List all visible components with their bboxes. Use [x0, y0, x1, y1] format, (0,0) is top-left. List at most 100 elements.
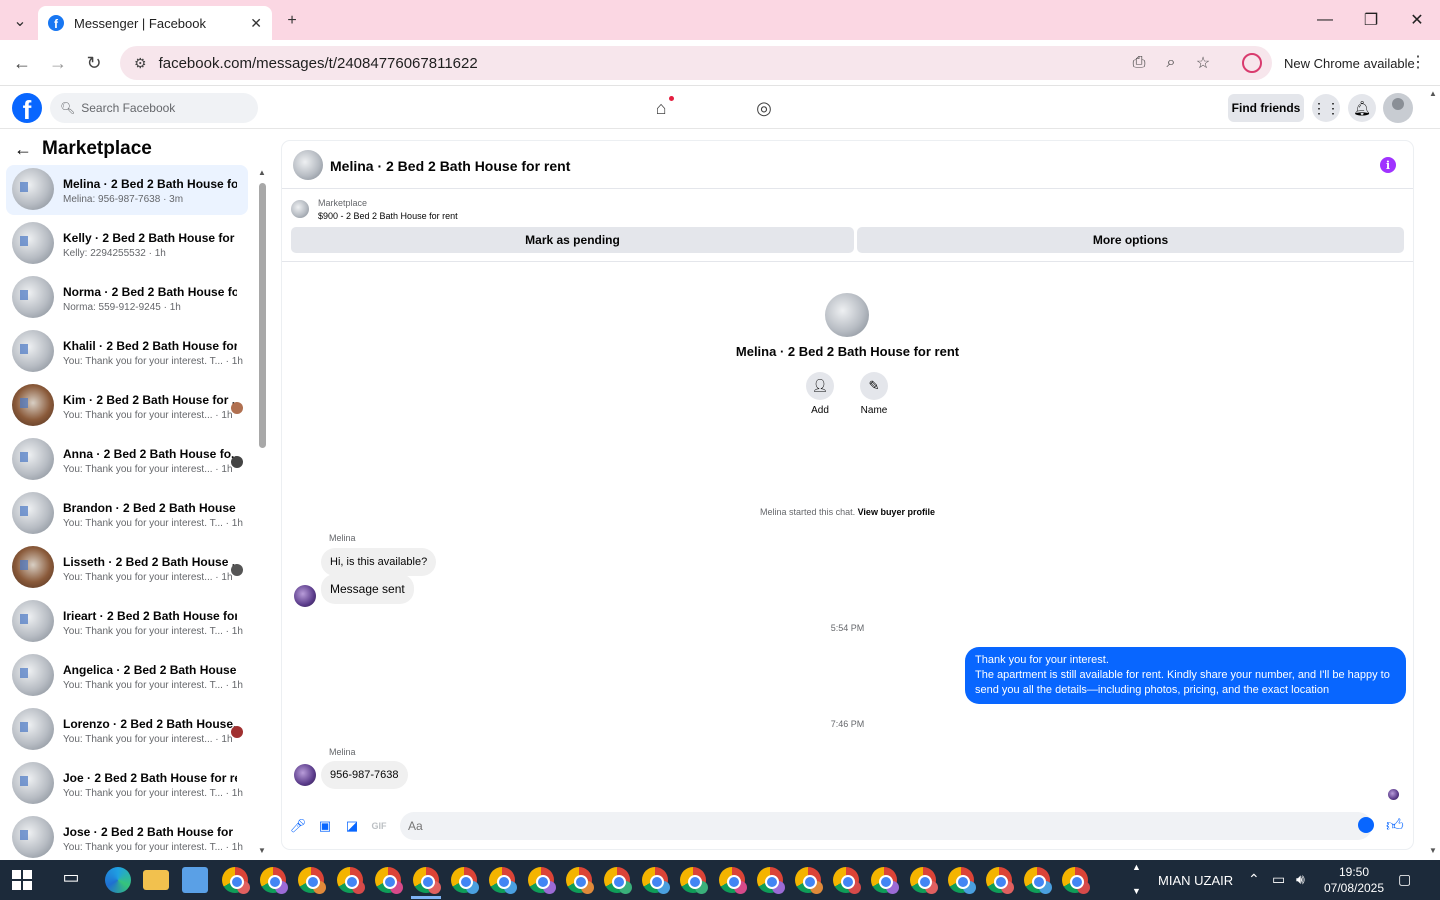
gif-icon[interactable]: GIF [370, 817, 388, 835]
find-friends-button[interactable]: Find friends [1228, 94, 1304, 122]
account-avatar[interactable] [1383, 93, 1413, 123]
conversation-item[interactable]: Joe · 2 Bed 2 Bath House for rent You: Th… [6, 759, 248, 809]
chrome-window-icon[interactable] [756, 867, 785, 894]
taskbar-scroll-up-icon[interactable]: ▲ [1132, 862, 1141, 872]
chrome-window-icon[interactable] [489, 867, 518, 894]
conversation-item[interactable]: Jose · 2 Bed 2 Bath House for r... You: T… [6, 813, 248, 860]
photo-icon[interactable]: ▣ [316, 817, 334, 835]
chrome-menu-icon[interactable]: ⋮ [1410, 52, 1426, 72]
page-scroll-down-icon[interactable]: ▼ [1429, 846, 1437, 855]
chrome-window-icon[interactable] [222, 867, 250, 894]
conversation-item[interactable]: Lisseth · 2 Bed 2 Bath House ... You: Tha… [6, 543, 248, 593]
name-chat-button[interactable]: ✎ Name [854, 372, 894, 416]
notification-center-icon[interactable]: ▢ [1398, 871, 1411, 888]
menu-grid-icon[interactable]: ⋮⋮ [1312, 94, 1340, 122]
install-app-icon[interactable]: ⎙ [1128, 52, 1150, 74]
conversation-item[interactable]: Lorenzo · 2 Bed 2 Bath House... You: Than… [6, 705, 248, 755]
chrome-window-icon[interactable] [374, 867, 403, 894]
reload-icon[interactable]: ↻ [82, 51, 106, 75]
chrome-window-icon[interactable] [604, 867, 632, 894]
microphone-icon[interactable]: 🎤︎ [289, 817, 307, 835]
chrome-window-icon[interactable] [336, 867, 365, 894]
bookmark-star-icon[interactable]: ☆ [1192, 52, 1214, 74]
conversation-item[interactable]: Anna · 2 Bed 2 Bath House fo... You: Than… [6, 435, 248, 485]
task-view-icon[interactable]: ▭ [58, 867, 84, 893]
chat-title[interactable]: Melina · 2 Bed 2 Bath House for rent [330, 158, 570, 174]
chrome-window-icon[interactable] [871, 867, 900, 894]
chat-avatar[interactable] [293, 150, 323, 180]
conversation-item[interactable]: Irieart · 2 Bed 2 Bath House for ... You:… [6, 597, 248, 647]
mark-as-pending-button[interactable]: Mark as pending [291, 227, 854, 253]
emoji-icon[interactable] [1358, 817, 1374, 833]
back-arrow-icon[interactable]: ← [14, 139, 32, 160]
close-window-icon[interactable]: ✕ [1402, 8, 1432, 32]
chrome-window-icon[interactable] [565, 867, 594, 894]
sticker-icon[interactable]: ◪ [343, 817, 361, 835]
tray-chevron-icon[interactable]: ⌃ [1248, 871, 1260, 888]
zoom-icon[interactable]: ⌕ [1160, 52, 1182, 74]
tab-search-chevron-icon[interactable]: ⌄ [9, 10, 31, 32]
listing-title[interactable]: $900 - 2 Bed 2 Bath House for rent [318, 211, 458, 221]
network-icon[interactable]: ▭ [1272, 871, 1285, 888]
address-bar[interactable]: ⚙ facebook.com/messages/t/24084776067811… [120, 46, 1272, 80]
conversation-item[interactable]: Khalil · 2 Bed 2 Bath House for ... You: … [6, 327, 248, 377]
chrome-window-icon[interactable] [1024, 867, 1053, 894]
notifications-bell-icon[interactable]: 🔔︎ [1348, 94, 1376, 122]
edge-icon[interactable] [105, 867, 131, 893]
taskbar-user-name[interactable]: MIAN UZAIR [1158, 873, 1233, 888]
conversation-item[interactable]: Norma · 2 Bed 2 Bath House fo... Norma: 5… [6, 273, 248, 323]
scroll-up-arrow-icon[interactable]: ▲ [257, 168, 267, 177]
message-input[interactable] [400, 812, 1372, 840]
forward-arrow-icon[interactable]: → [46, 51, 70, 75]
chrome-window-icon[interactable] [1062, 867, 1091, 894]
conversation-info-icon[interactable]: i [1380, 157, 1396, 173]
conversation-item[interactable]: Melina · 2 Bed 2 Bath House for... Melina… [6, 165, 248, 215]
app-icon[interactable] [182, 867, 208, 893]
close-tab-icon[interactable]: ✕ [250, 15, 262, 32]
chrome-window-icon[interactable] [451, 867, 480, 894]
browser-tab[interactable]: f Messenger | Facebook ✕ [38, 6, 272, 40]
chrome-window-icon[interactable] [718, 867, 747, 894]
chrome-window-icon[interactable] [527, 867, 556, 894]
outgoing-message-bubble[interactable]: Thank you for your interest. The apartme… [965, 647, 1406, 704]
volume-icon[interactable]: 🔊︎ [1296, 871, 1305, 888]
restore-icon[interactable]: ❐ [1356, 8, 1386, 32]
facebook-logo-icon[interactable]: f [12, 93, 42, 123]
facebook-search-input[interactable]: 🔍︎ Search Facebook [50, 93, 258, 123]
chrome-window-icon[interactable] [947, 867, 976, 894]
chrome-window-icon[interactable] [795, 867, 823, 894]
taskbar-clock[interactable]: 19:50 07/08/2025 [1322, 864, 1386, 896]
chrome-window-icon[interactable] [413, 867, 441, 894]
chrome-window-icon[interactable] [833, 867, 862, 894]
sidebar-scrollbar-thumb[interactable] [259, 183, 266, 448]
listing-thumbnail[interactable] [291, 200, 309, 218]
chrome-window-icon[interactable] [298, 867, 327, 894]
chrome-window-icon[interactable] [260, 867, 289, 894]
taskbar-scroll-down-icon[interactable]: ▼ [1132, 886, 1141, 896]
chrome-window-icon[interactable] [909, 867, 938, 894]
back-arrow-icon[interactable]: ← [10, 51, 34, 75]
more-options-button[interactable]: More options [857, 227, 1404, 253]
chrome-window-icon[interactable] [986, 867, 1014, 894]
conversation-item[interactable]: Kelly · 2 Bed 2 Bath House for r... Kelly… [6, 219, 248, 269]
groups-icon[interactable]: ◎ [752, 96, 776, 120]
sender-avatar[interactable] [294, 764, 316, 786]
file-explorer-icon[interactable] [143, 870, 169, 890]
chrome-profile-icon[interactable] [1242, 53, 1262, 73]
sender-avatar[interactable] [294, 585, 316, 607]
conversation-item[interactable]: Kim · 2 Bed 2 Bath House for ... You: Tha… [6, 381, 248, 431]
chrome-update-button[interactable]: New Chrome available [1276, 47, 1423, 79]
conversation-item[interactable]: Brandon · 2 Bed 2 Bath House f... You: Th… [6, 489, 248, 539]
page-scrollbar[interactable] [1428, 87, 1440, 860]
message-bubble[interactable]: 956-987-7638 [321, 761, 408, 789]
message-bubble[interactable]: Hi, is this available? [321, 548, 437, 576]
page-scroll-up-icon[interactable]: ▲ [1429, 89, 1437, 98]
thumbs-up-icon[interactable]: 👍︎ [1386, 815, 1404, 836]
scroll-down-arrow-icon[interactable]: ▼ [257, 846, 267, 855]
view-buyer-profile-link[interactable]: View buyer profile [858, 507, 935, 517]
chrome-window-icon[interactable] [680, 867, 709, 894]
minimize-icon[interactable]: — [1310, 8, 1340, 32]
conversation-item[interactable]: Angelica · 2 Bed 2 Bath House f... You: T… [6, 651, 248, 701]
windows-start-icon[interactable] [12, 870, 32, 890]
message-bubble[interactable]: Message sent [321, 574, 414, 604]
